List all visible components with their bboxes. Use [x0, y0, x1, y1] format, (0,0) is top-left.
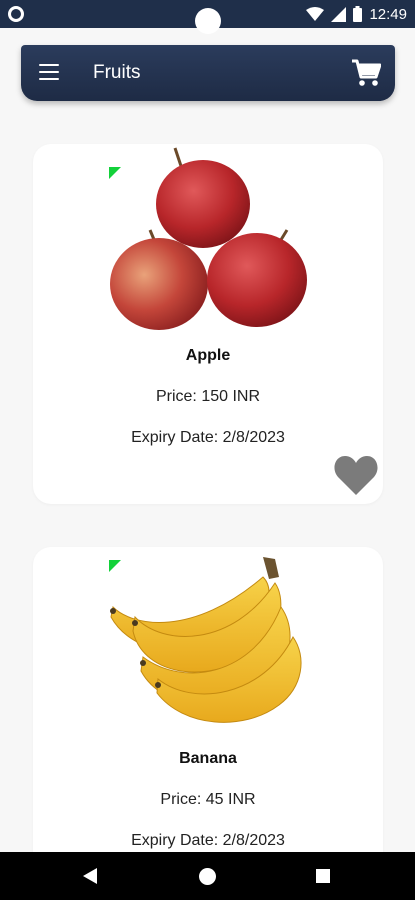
home-icon[interactable] — [199, 868, 216, 885]
product-price: Price: 150 INR — [155, 388, 261, 405]
product-expiry: Expiry Date: 2/8/2023 — [131, 832, 285, 849]
system-nav-bar — [0, 852, 415, 900]
battery-icon — [353, 6, 363, 22]
menu-line — [39, 64, 59, 66]
menu-line — [39, 71, 59, 73]
menu-line — [39, 78, 59, 80]
product-card-banana[interactable]: Banana Price: 45 INR Expiry Date: 2/8/20… — [33, 547, 383, 852]
product-name: Banana — [179, 750, 237, 767]
product-list[interactable]: Apple Price: 150 INR Expiry Date: 2/8/20… — [0, 120, 415, 852]
app-bar: Fruits — [21, 45, 395, 101]
menu-icon[interactable] — [39, 64, 59, 82]
status-right-group: 12:49 — [306, 4, 407, 24]
status-bar: 12:49 — [0, 0, 415, 34]
camera-notch — [195, 8, 221, 34]
back-icon[interactable] — [83, 868, 97, 884]
heart-icon[interactable] — [333, 454, 379, 496]
product-name: Apple — [185, 347, 231, 364]
apple-image — [110, 147, 307, 330]
page-title: Fruits — [93, 62, 141, 83]
status-time: 12:49 — [369, 5, 407, 23]
signal-icon — [331, 6, 347, 22]
recent-apps-icon[interactable] — [316, 869, 330, 883]
banana-image — [110, 557, 302, 723]
product-card-apple[interactable]: Apple Price: 150 INR Expiry Date: 2/8/20… — [33, 144, 383, 504]
wifi-icon — [306, 6, 325, 21]
circle-icon — [8, 6, 24, 22]
product-expiry: Expiry Date: 2/8/2023 — [131, 429, 285, 446]
cart-icon[interactable] — [351, 59, 381, 87]
product-price: Price: 45 INR — [160, 791, 256, 808]
